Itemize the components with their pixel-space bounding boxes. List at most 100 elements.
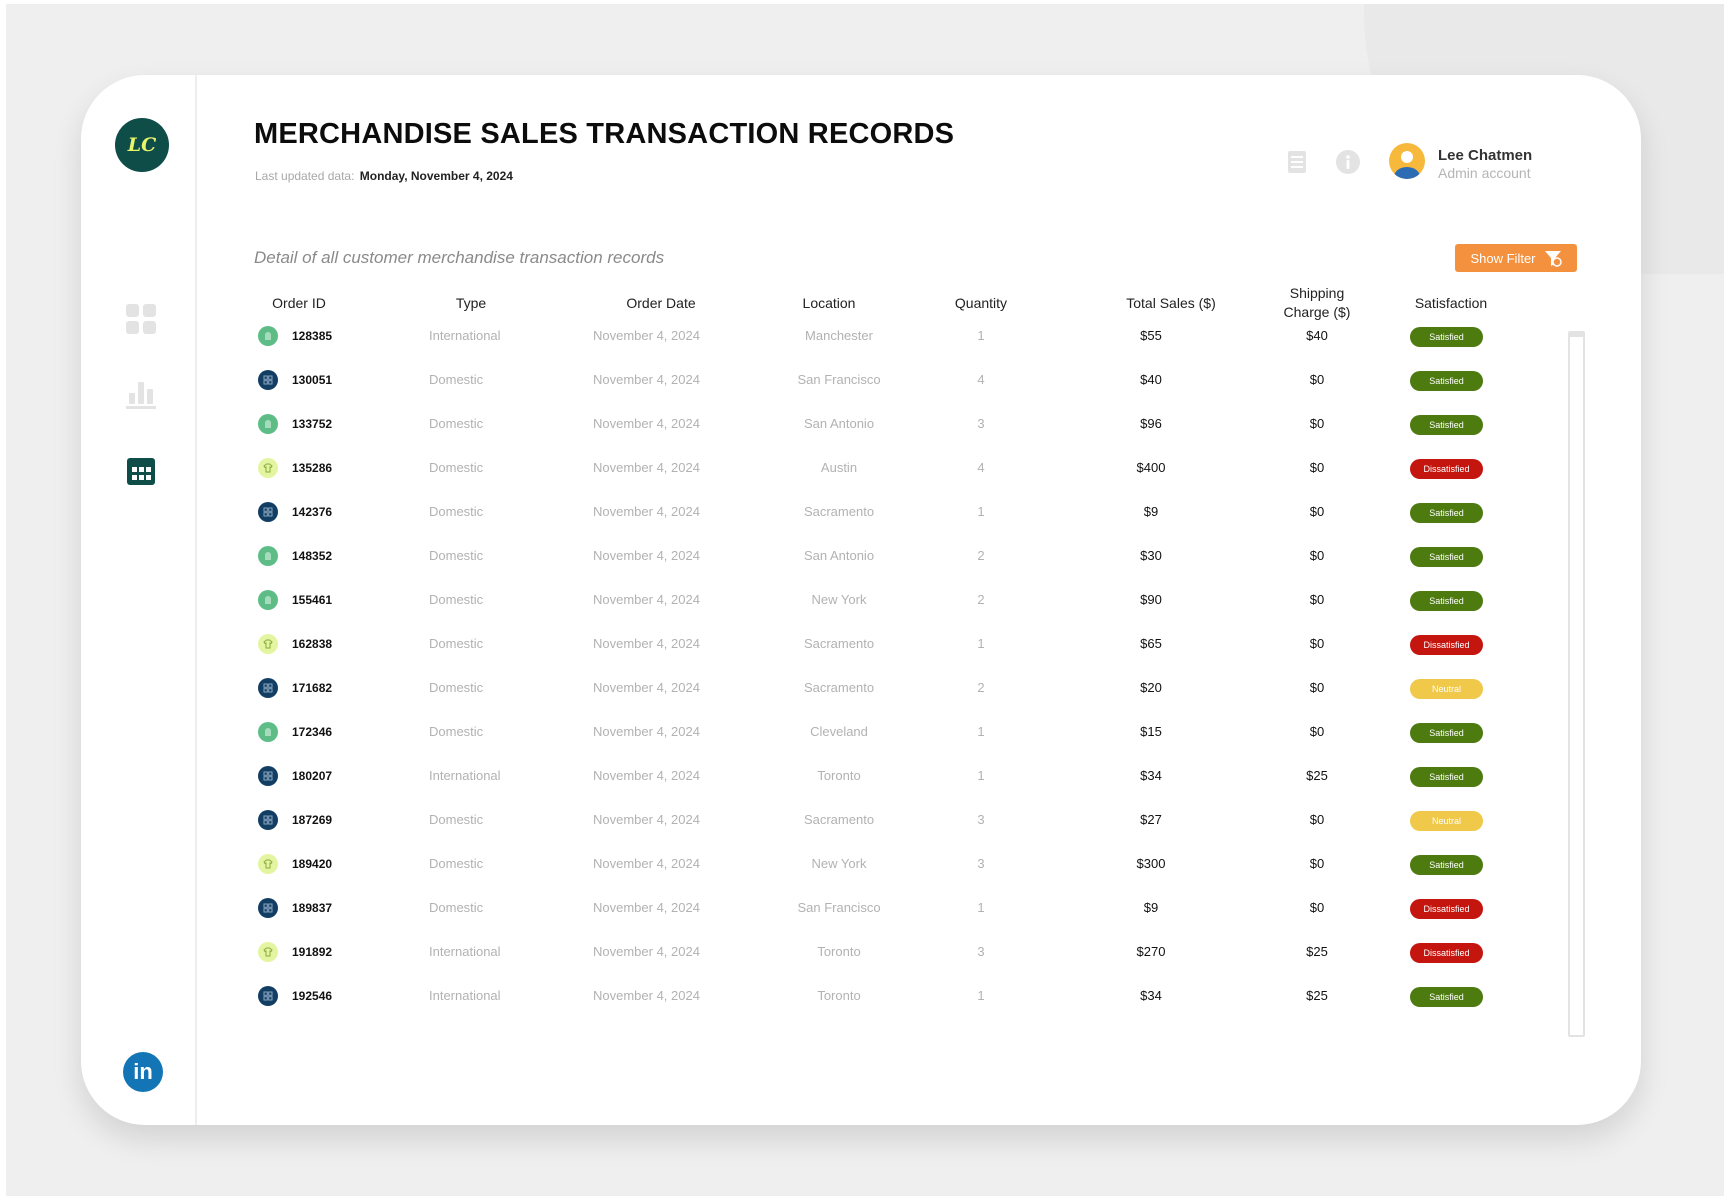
table-row[interactable]: 133752 Domestic November 4, 2024 San Antoni…	[81, 412, 1561, 456]
document-icon[interactable]	[1287, 150, 1307, 179]
grid-product-icon	[258, 370, 278, 390]
order-date: November 4, 2024	[593, 724, 700, 739]
order-total-sales: $15	[1140, 724, 1162, 739]
order-date: November 4, 2024	[593, 460, 700, 475]
order-type: Domestic	[429, 636, 484, 651]
header-type[interactable]: Type	[421, 283, 521, 323]
order-quantity: 1	[977, 988, 985, 1003]
table-scrollbar[interactable]	[1568, 331, 1585, 1037]
satisfaction-badge: Dissatisfied	[1410, 899, 1483, 919]
header-quantity[interactable]: Quantity	[936, 283, 1026, 323]
order-total-sales: $96	[1140, 416, 1162, 431]
satisfaction-badge: Neutral	[1410, 679, 1483, 699]
table-row[interactable]: 180207 International November 4, 2024 Toron…	[81, 764, 1561, 808]
table-row[interactable]: 155461 Domestic November 4, 2024 New York 2 $…	[81, 588, 1561, 632]
order-quantity: 1	[977, 636, 985, 651]
show-filter-label: Show Filter	[1470, 250, 1536, 266]
header-order-date[interactable]: Order Date	[596, 283, 726, 323]
order-shipping-charge: $0	[1309, 372, 1325, 387]
table-row[interactable]: 192546 International November 4, 2024 Toron…	[81, 984, 1561, 1028]
order-id: 148352	[292, 549, 333, 563]
order-id: 155461	[292, 593, 333, 607]
order-location: San Antonio	[803, 416, 875, 431]
order-location: San Francisco	[797, 900, 881, 915]
order-date: November 4, 2024	[593, 856, 700, 871]
order-location: New York	[811, 856, 867, 871]
table-row[interactable]: 130051 Domestic November 4, 2024 San Franci…	[81, 368, 1561, 412]
order-type: Domestic	[429, 900, 484, 915]
order-location: Manchester	[805, 328, 873, 343]
order-total-sales: $34	[1140, 768, 1162, 783]
order-shipping-charge: $0	[1309, 592, 1325, 607]
order-quantity: 1	[977, 328, 985, 343]
header-order-id[interactable]: Order ID	[254, 283, 344, 323]
order-shipping-charge: $0	[1309, 416, 1325, 431]
satisfaction-badge: Satisfied	[1410, 327, 1483, 347]
header-total-sales[interactable]: Total Sales ($)	[1101, 283, 1241, 323]
order-date: November 4, 2024	[593, 592, 700, 607]
header-shipping-charge[interactable]: Shipping Charge ($)	[1262, 283, 1372, 323]
order-id: 133752	[292, 417, 333, 431]
order-total-sales: $9	[1143, 900, 1159, 915]
order-total-sales: $34	[1140, 988, 1162, 1003]
order-id: 162838	[292, 637, 333, 651]
header-location[interactable]: Location	[779, 283, 879, 323]
table-row[interactable]: 142376 Domestic November 4, 2024 Sacramento…	[81, 500, 1561, 544]
order-shipping-charge: $25	[1306, 944, 1328, 959]
satisfaction-badge: Satisfied	[1410, 547, 1483, 567]
order-date: November 4, 2024	[593, 548, 700, 563]
logo[interactable]: LC	[115, 118, 169, 172]
satisfaction-badge: Neutral	[1410, 811, 1483, 831]
table-row[interactable]: 162838 Domestic November 4, 2024 Sacramento…	[81, 632, 1561, 676]
locker-icon	[258, 326, 278, 346]
order-location: Sacramento	[803, 636, 875, 651]
table-row[interactable]: 187269 Domestic November 4, 2024 Sacramento…	[81, 808, 1561, 852]
order-total-sales: $300	[1136, 856, 1166, 871]
order-id: 135286	[292, 461, 333, 475]
order-type: Domestic	[429, 812, 484, 827]
order-id: 128385	[292, 329, 333, 343]
table-row[interactable]: 172346 Domestic November 4, 2024 Cleveland 1…	[81, 720, 1561, 764]
grid-product-icon	[258, 502, 278, 522]
order-location: San Francisco	[797, 372, 881, 387]
order-quantity: 3	[977, 856, 985, 871]
avatar[interactable]	[1389, 143, 1425, 179]
table-row[interactable]: 148352 Domestic November 4, 2024 San Antoni…	[81, 544, 1561, 588]
filter-icon	[1544, 251, 1562, 267]
order-quantity: 3	[977, 812, 985, 827]
table-row[interactable]: 171682 Domestic November 4, 2024 Sacramento…	[81, 676, 1561, 720]
header-satisfaction[interactable]: Satisfaction	[1401, 283, 1501, 323]
order-date: November 4, 2024	[593, 636, 700, 651]
table-row[interactable]: 189420 Domestic November 4, 2024 New York 3 $…	[81, 852, 1561, 896]
order-date: November 4, 2024	[593, 372, 700, 387]
user-name: Lee Chatmen	[1438, 147, 1533, 164]
order-total-sales: $65	[1140, 636, 1162, 651]
order-shipping-charge: $0	[1309, 636, 1325, 651]
scrollbar-thumb[interactable]	[1570, 333, 1583, 337]
page-title: MERCHANDISE SALES TRANSACTION RECORDS	[254, 118, 955, 150]
order-type: Domestic	[429, 460, 484, 475]
table-row[interactable]: 191892 International November 4, 2024 Toron…	[81, 940, 1561, 984]
table-row[interactable]: 189837 Domestic November 4, 2024 San Franci…	[81, 896, 1561, 940]
table-row[interactable]: 135286 Domestic November 4, 2024 Austin 4 $40…	[81, 456, 1561, 500]
grid-product-icon	[258, 986, 278, 1006]
order-location: Sacramento	[803, 680, 875, 695]
grid-product-icon	[258, 766, 278, 786]
order-type: International	[429, 768, 501, 783]
table-row[interactable]: 128385 International November 4, 2024 Manch…	[81, 324, 1561, 368]
order-date: November 4, 2024	[593, 900, 700, 915]
locker-icon	[258, 546, 278, 566]
order-total-sales: $27	[1140, 812, 1162, 827]
order-type: Domestic	[429, 680, 484, 695]
order-location: Cleveland	[810, 724, 868, 739]
order-type: Domestic	[429, 856, 484, 871]
info-icon[interactable]	[1336, 150, 1360, 179]
locker-icon	[258, 722, 278, 742]
last-updated-label: Last updated data:	[255, 169, 355, 183]
show-filter-button[interactable]: Show Filter	[1455, 244, 1577, 272]
satisfaction-badge: Satisfied	[1410, 855, 1483, 875]
order-total-sales: $9	[1143, 504, 1159, 519]
linkedin-icon[interactable]: in	[123, 1052, 163, 1092]
order-location: Toronto	[817, 768, 861, 783]
order-location: Toronto	[817, 944, 861, 959]
